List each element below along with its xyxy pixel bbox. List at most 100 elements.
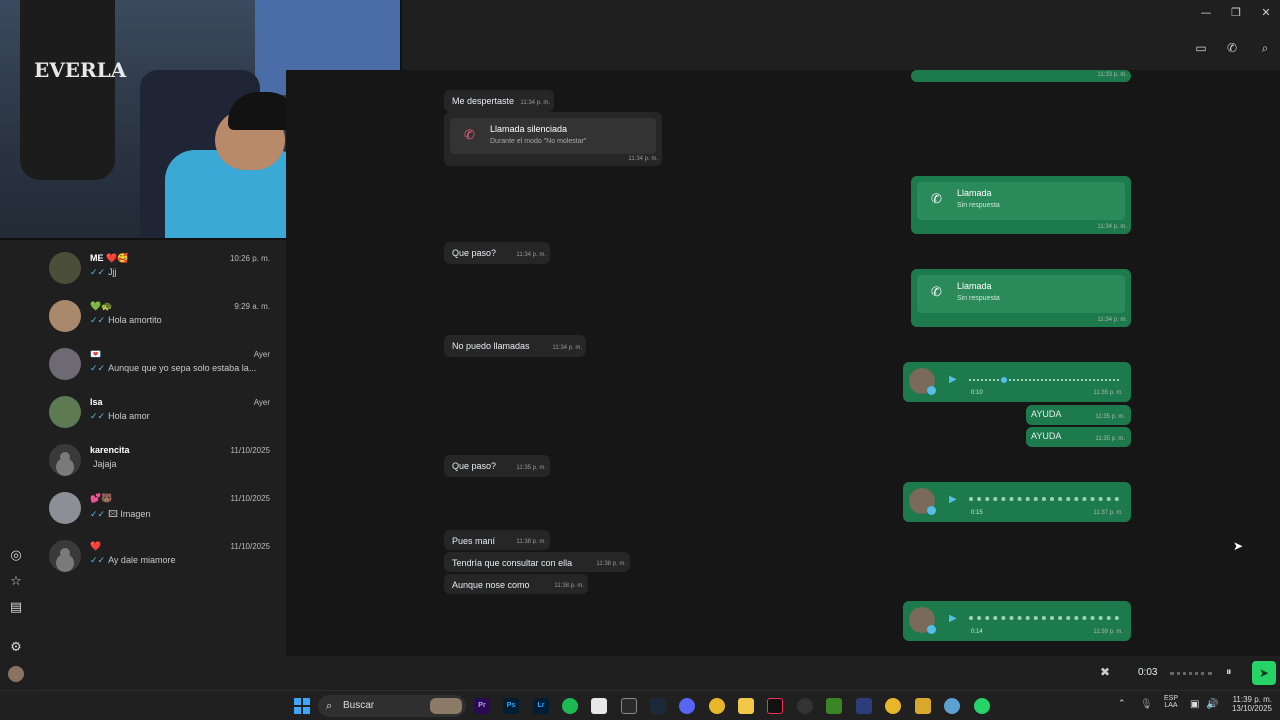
voice-message[interactable]: ▶ 0:10 11:35 p. m. [903,362,1131,402]
archive-icon[interactable]: ▤ [8,600,24,616]
start-square [303,698,310,705]
app-icon[interactable] [591,698,607,714]
play-icon[interactable]: ▶ [949,613,957,624]
chrome-icon[interactable] [885,698,901,714]
voice-duration: 0:10 [971,390,983,396]
call-title: Llamada [957,281,992,291]
delete-recording-icon[interactable]: ✖ [1100,665,1110,679]
minimize-button[interactable]: — [1192,4,1220,22]
play-icon[interactable]: ▶ [949,494,957,505]
taskbar-search[interactable]: ⌕ Buscar [318,695,466,717]
chat-item[interactable]: karencita 11/10/2025 Jajaja [33,438,286,486]
close-button[interactable]: ✕ [1252,4,1280,22]
video-call-icon[interactable]: ▭ [1194,41,1208,55]
status-icon[interactable]: ◎ [8,548,24,564]
call-bubble-out[interactable]: ✆ Llamada Sin respuesta 11:34 p. m. [911,269,1131,327]
chat-item[interactable]: 💚🐢 9:29 a. m. ✓✓ Hola amortito [33,294,286,342]
voice-message[interactable]: ▶ 0:15 11:37 p. m. [903,482,1131,522]
message-time: 11:34 p. m. [1097,317,1127,323]
chat-item[interactable]: Isa Ayer ✓✓ Hola amor [33,390,286,438]
chat-name: 💕🐻 [90,493,113,503]
playback-position[interactable] [1001,377,1007,383]
volume-icon[interactable]: 🔊 [1206,699,1218,710]
chat-item[interactable]: ME ❤️🥰 10:26 p. m. ✓✓ Jjj [33,246,286,294]
app-icon[interactable] [944,698,960,714]
chat-preview-text: Aunque que yo sepa solo estaba la... [108,363,257,373]
message-text: AYUDA [1031,409,1062,419]
starred-icon[interactable]: ☆ [8,574,24,590]
call-card: ✆ Llamada silenciada Durante el modo "No… [450,118,656,154]
language-layout: LAA [1164,702,1178,709]
avatar [49,396,81,428]
photoshop-icon[interactable]: Ps [503,698,519,714]
settings-icon[interactable]: ⚙ [8,640,24,656]
start-square [294,707,301,714]
search-icon[interactable]: ⌕ [1258,41,1272,55]
play-icon[interactable]: ▶ [949,374,957,385]
call-subtitle: Sin respuesta [957,295,1000,302]
pause-recording-button[interactable]: ⏸ [1226,665,1232,679]
voice-duration: 0:14 [971,629,983,635]
message-text: Tendría que consultar con ella [452,558,573,568]
file-explorer-icon[interactable] [738,698,754,714]
minecraft-icon[interactable] [826,698,842,714]
chat-item[interactable]: 💌 Ayer ✓✓ Aunque que yo sepa solo estaba … [33,342,286,390]
voice-message[interactable]: ▶ 0:14 11:39 p. m. [903,601,1131,641]
premiere-icon[interactable]: Pr [474,698,490,714]
restore-button[interactable]: ❐ [1222,4,1250,22]
chat-time: Ayer [253,398,270,407]
chevron-up-icon[interactable]: ⌃ [1118,699,1126,709]
punching-bag-label: EVERLA [34,58,127,82]
app-icon[interactable] [797,698,813,714]
chat-preview: Jajaja [90,459,117,469]
app-icon[interactable] [915,698,931,714]
profile-avatar[interactable] [8,666,24,682]
epic-games-icon[interactable] [621,698,637,714]
call-bubble-out[interactable]: ✆ Llamada Sin respuesta 11:34 p. m. [911,176,1131,234]
whatsapp-icon[interactable] [974,698,990,714]
clock[interactable]: 11:39 p. m. 13/10/2025 [1226,695,1272,713]
tiktok-icon[interactable] [767,698,783,714]
phone-call-icon[interactable]: ✆ [1225,41,1239,55]
default-avatar-icon [49,540,81,572]
steam-icon[interactable] [650,698,666,714]
waveform [969,497,1119,501]
outgoing-call-icon: ✆ [931,285,942,300]
message-bubble-out: 11:33 p. m. [911,70,1131,82]
network-icon[interactable]: ▣ [1190,699,1199,710]
punching-bag: EVERLA [20,0,126,180]
voice-duration: 0:15 [971,510,983,516]
avatar [49,348,81,380]
chat-item[interactable]: 💕🐻 11/10/2025 ✓✓ 🖾 Imagen [33,486,286,534]
app-icon[interactable] [856,698,872,714]
message-time: 11:34 p. m. [628,156,658,162]
outgoing-call-icon: ✆ [931,192,942,207]
windows-taskbar: ⌕ Buscar Pr Ps Lr ⌃ 🎙 ESP LAA ▣ 🔊 11:39 … [0,690,1280,720]
send-button[interactable]: ➤ [1252,661,1276,685]
chat-header: ▭ ✆ ⌕ [402,26,1280,70]
chat-time: Ayer [253,350,270,359]
message-time: 11:34 p. m. [552,345,582,351]
windows-start-icon[interactable] [294,698,310,714]
chat-name: ❤️ [90,541,102,551]
language-indicator[interactable]: ESP LAA [1163,695,1179,709]
avatar [49,300,81,332]
chat-item[interactable]: ❤️ 11/10/2025 ✓✓ Ay dale miamore [33,534,286,582]
call-bubble-muted[interactable]: ✆ Llamada silenciada Durante el modo "No… [444,112,662,166]
message-text: AYUDA [1031,431,1062,441]
chat-name: 💌 [90,349,102,359]
chrome-icon[interactable] [709,698,725,714]
message-text: Me despertaste [452,96,515,106]
spotify-icon[interactable] [562,698,578,714]
microphone-icon[interactable]: 🎙 [1140,699,1153,710]
call-card: ✆ Llamada Sin respuesta [917,275,1125,313]
message-bubble-in: Tendría que consultar con ella 11:38 p. … [444,552,630,572]
lightroom-icon[interactable]: Lr [533,698,549,714]
message-bubble-in: Que paso? 11:34 p. m. [444,242,550,264]
discord-icon[interactable] [679,698,695,714]
message-time: 11:34 p. m. [516,252,546,258]
message-bubble-in: No puedo llamadas 11:34 p. m. [444,335,586,357]
chat-time: 11/10/2025 [230,446,270,455]
chat-preview: ✓✓ 🖾 Imagen [90,507,150,523]
read-ticks-icon: ✓✓ [90,509,106,519]
